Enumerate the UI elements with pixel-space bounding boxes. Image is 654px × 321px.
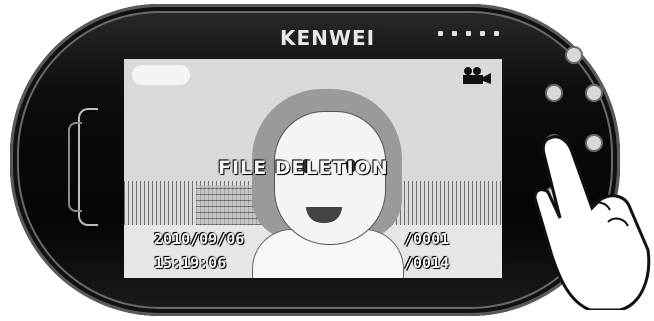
side-bracket-inner xyxy=(68,122,82,212)
osd-current-index: /0001 xyxy=(404,230,450,248)
bell-icon xyxy=(452,31,457,36)
menu-button[interactable] xyxy=(565,46,583,64)
osd-total-count: /0014 xyxy=(404,254,450,272)
down-button[interactable] xyxy=(585,84,603,102)
status-indicator-row xyxy=(438,31,499,36)
alert-icon xyxy=(494,31,499,36)
sky-cloud xyxy=(132,65,190,85)
osd-title: FILE DELETION xyxy=(218,157,389,179)
battery-icon xyxy=(466,31,471,36)
osd-date: 2010/09/06 xyxy=(154,230,245,248)
lock-icon xyxy=(438,31,443,36)
mail-icon xyxy=(480,31,485,36)
video-camera-icon xyxy=(463,67,491,84)
osd-time: 15:19:06 xyxy=(154,254,227,272)
up-button[interactable] xyxy=(545,84,563,102)
video-screen: FILE DELETION 2010/09/06 15:19:06 /0001 … xyxy=(124,59,502,278)
brand-logo: KENWEI xyxy=(280,26,376,50)
pointing-hand-illustration xyxy=(533,135,651,310)
